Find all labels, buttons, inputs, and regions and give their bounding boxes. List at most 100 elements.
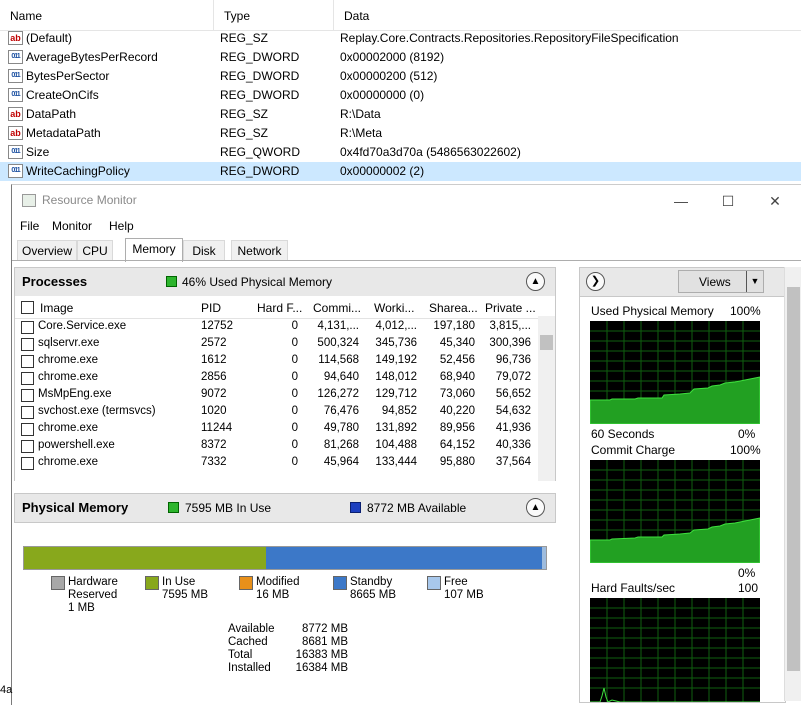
minimize-button[interactable]: — xyxy=(658,189,704,213)
process-commit: 49,780 xyxy=(323,422,359,434)
process-checkbox[interactable] xyxy=(21,440,34,453)
tab-disk[interactable]: Disk xyxy=(183,240,225,261)
registry-value-name: CreateOnCifs xyxy=(26,88,99,102)
legend-value: 1 MB xyxy=(68,602,95,614)
registry-row[interactable]: 011 BytesPerSector REG_DWORD 0x00000200 (51… xyxy=(0,67,801,86)
maximize-button[interactable]: ☐ xyxy=(705,189,751,213)
registry-value-data: Replay.Core.Contracts.Repositories.Repos… xyxy=(340,31,679,45)
process-pid: 12752 xyxy=(201,320,233,332)
process-pid: 1612 xyxy=(201,354,227,366)
memory-stat-value: 16383 MB xyxy=(295,649,348,661)
process-image: Core.Service.exe xyxy=(38,320,127,332)
graphs-scroll-thumb[interactable] xyxy=(787,287,800,671)
registry-row[interactable]: 011 WriteCachingPolicy REG_DWORD 0x00000002… xyxy=(0,162,801,181)
menu-file[interactable]: File xyxy=(20,219,39,233)
process-checkbox[interactable] xyxy=(21,406,34,419)
process-pid: 2572 xyxy=(201,337,227,349)
process-checkbox[interactable] xyxy=(21,389,34,402)
process-row[interactable]: chrome.exe 11244 0 49,780 131,892 89,956 41,93… xyxy=(15,421,538,438)
registry-row[interactable]: ab DataPath REG_SZ R:\Data xyxy=(0,105,801,124)
column-hard-faults[interactable]: Hard F... xyxy=(257,301,302,315)
expand-right-icon[interactable]: ❯ xyxy=(586,272,605,291)
process-working-set: 104,488 xyxy=(375,439,417,451)
free-segment xyxy=(542,547,546,569)
processes-scrollbar[interactable] xyxy=(538,316,555,481)
process-checkbox[interactable] xyxy=(21,372,34,385)
process-row[interactable]: chrome.exe 1612 0 114,568 149,192 52,456 96,73… xyxy=(15,353,538,370)
tab-network[interactable]: Network xyxy=(231,240,288,261)
menu-help[interactable]: Help xyxy=(109,219,134,233)
scroll-thumb[interactable] xyxy=(540,335,553,350)
process-image: sqlservr.exe xyxy=(38,337,100,349)
column-private[interactable]: Private ... xyxy=(485,301,536,315)
views-dropdown[interactable]: Views ▼ xyxy=(678,270,764,293)
registry-row[interactable]: ab (Default) REG_SZ Replay.Core.Contracts.R… xyxy=(0,29,801,48)
collapse-processes-icon[interactable]: ▲ xyxy=(526,272,545,291)
select-all-checkbox[interactable] xyxy=(21,301,34,314)
graph1-time-span: 60 Seconds xyxy=(591,427,655,441)
binary-value-icon: 011 xyxy=(8,145,23,159)
process-checkbox[interactable] xyxy=(21,338,34,351)
process-row[interactable]: chrome.exe 7332 0 45,964 133,444 95,880 37,564 xyxy=(15,455,538,472)
process-working-set: 148,012 xyxy=(375,371,417,383)
column-shareable[interactable]: Sharea... xyxy=(429,301,478,315)
processes-section-header[interactable]: Processes 46% Used Physical Memory ▲ xyxy=(14,267,556,297)
process-working-set: 4,012,... xyxy=(375,320,417,332)
process-row[interactable]: Core.Service.exe 12752 0 4,131,... 4,012,...… xyxy=(15,319,538,336)
chevron-down-icon[interactable]: ▼ xyxy=(746,271,763,292)
window-title: Resource Monitor xyxy=(42,193,137,207)
standby-segment xyxy=(266,547,542,569)
column-working-set[interactable]: Worki... xyxy=(374,301,414,315)
used-memory-swatch xyxy=(166,276,177,287)
legend-value: 107 MB xyxy=(444,589,484,601)
column-commit[interactable]: Commi... xyxy=(313,301,361,315)
process-shareable: 68,940 xyxy=(439,371,475,383)
graphs-scrollbar[interactable] xyxy=(784,267,801,701)
process-working-set: 345,736 xyxy=(375,337,417,349)
registry-row[interactable]: 011 AverageBytesPerRecord REG_DWORD 0x00002… xyxy=(0,48,801,67)
graph2-title: Commit Charge xyxy=(591,443,676,457)
registry-row[interactable]: 011 CreateOnCifs REG_DWORD 0x00000000 (0) xyxy=(0,86,801,105)
process-checkbox[interactable] xyxy=(21,355,34,368)
title-bar[interactable]: Resource Monitor — ☐ ✕ xyxy=(12,185,801,215)
process-row[interactable]: powershell.exe 8372 0 81,268 104,488 64,152 40… xyxy=(15,438,538,455)
process-checkbox[interactable] xyxy=(21,457,34,470)
process-row[interactable]: svchost.exe (termsvcs) 1020 0 76,476 94,852 4… xyxy=(15,404,538,421)
process-row[interactable]: sqlservr.exe 2572 0 500,324 345,736 45,340 300… xyxy=(15,336,538,353)
process-commit: 45,964 xyxy=(323,456,359,468)
physical-memory-header[interactable]: Physical Memory 7595 MB In Use 8772 MB A… xyxy=(14,493,556,523)
tab-cpu[interactable]: CPU xyxy=(77,240,113,261)
legend-label: In Use xyxy=(162,576,196,588)
legend-text: Hardware Reserved 1 MB xyxy=(68,576,118,615)
process-private: 3,815,... xyxy=(489,320,531,332)
registry-value-name: (Default) xyxy=(26,31,73,45)
process-private: 56,652 xyxy=(495,388,531,400)
process-checkbox[interactable] xyxy=(21,423,34,436)
column-header-name[interactable]: Name xyxy=(0,0,213,30)
registry-value-name: MetadataPath xyxy=(26,126,101,140)
legend-label: Free xyxy=(444,576,468,588)
legend-text: Free 107 MB xyxy=(444,576,484,602)
registry-row[interactable]: ab MetadataPath REG_SZ R:\Meta xyxy=(0,124,801,143)
process-row[interactable]: MsMpEng.exe 9072 0 126,272 129,712 73,060 56,6… xyxy=(15,387,538,404)
process-image: chrome.exe xyxy=(38,371,99,383)
column-image[interactable]: Image xyxy=(40,301,73,315)
legend-label: Hardware xyxy=(68,576,118,588)
graphs-header: ❯ Views ▼ xyxy=(580,268,785,297)
graph1-max: 100% xyxy=(730,304,761,318)
column-pid[interactable]: PID xyxy=(201,301,221,315)
tab-memory[interactable]: Memory xyxy=(125,238,183,262)
close-button[interactable]: ✕ xyxy=(752,189,798,213)
process-checkbox[interactable] xyxy=(21,321,34,334)
column-header-type[interactable]: Type xyxy=(213,0,334,30)
collapse-physical-memory-icon[interactable]: ▲ xyxy=(526,498,545,517)
menu-monitor[interactable]: Monitor xyxy=(52,219,92,233)
tab-overview[interactable]: Overview xyxy=(17,240,77,261)
in-use-summary: 7595 MB In Use xyxy=(185,501,272,515)
registry-value-data: 0x00002000 (8192) xyxy=(340,50,445,64)
process-row[interactable]: chrome.exe 2856 0 94,640 148,012 68,940 79,072 xyxy=(15,370,538,387)
column-header-data[interactable]: Data xyxy=(333,0,801,30)
registry-row[interactable]: 011 Size REG_QWORD 0x4fd70a3d70a (548656302… xyxy=(0,143,801,162)
memory-stat-value: 8681 MB xyxy=(301,636,348,648)
registry-value-name: Size xyxy=(26,145,50,159)
